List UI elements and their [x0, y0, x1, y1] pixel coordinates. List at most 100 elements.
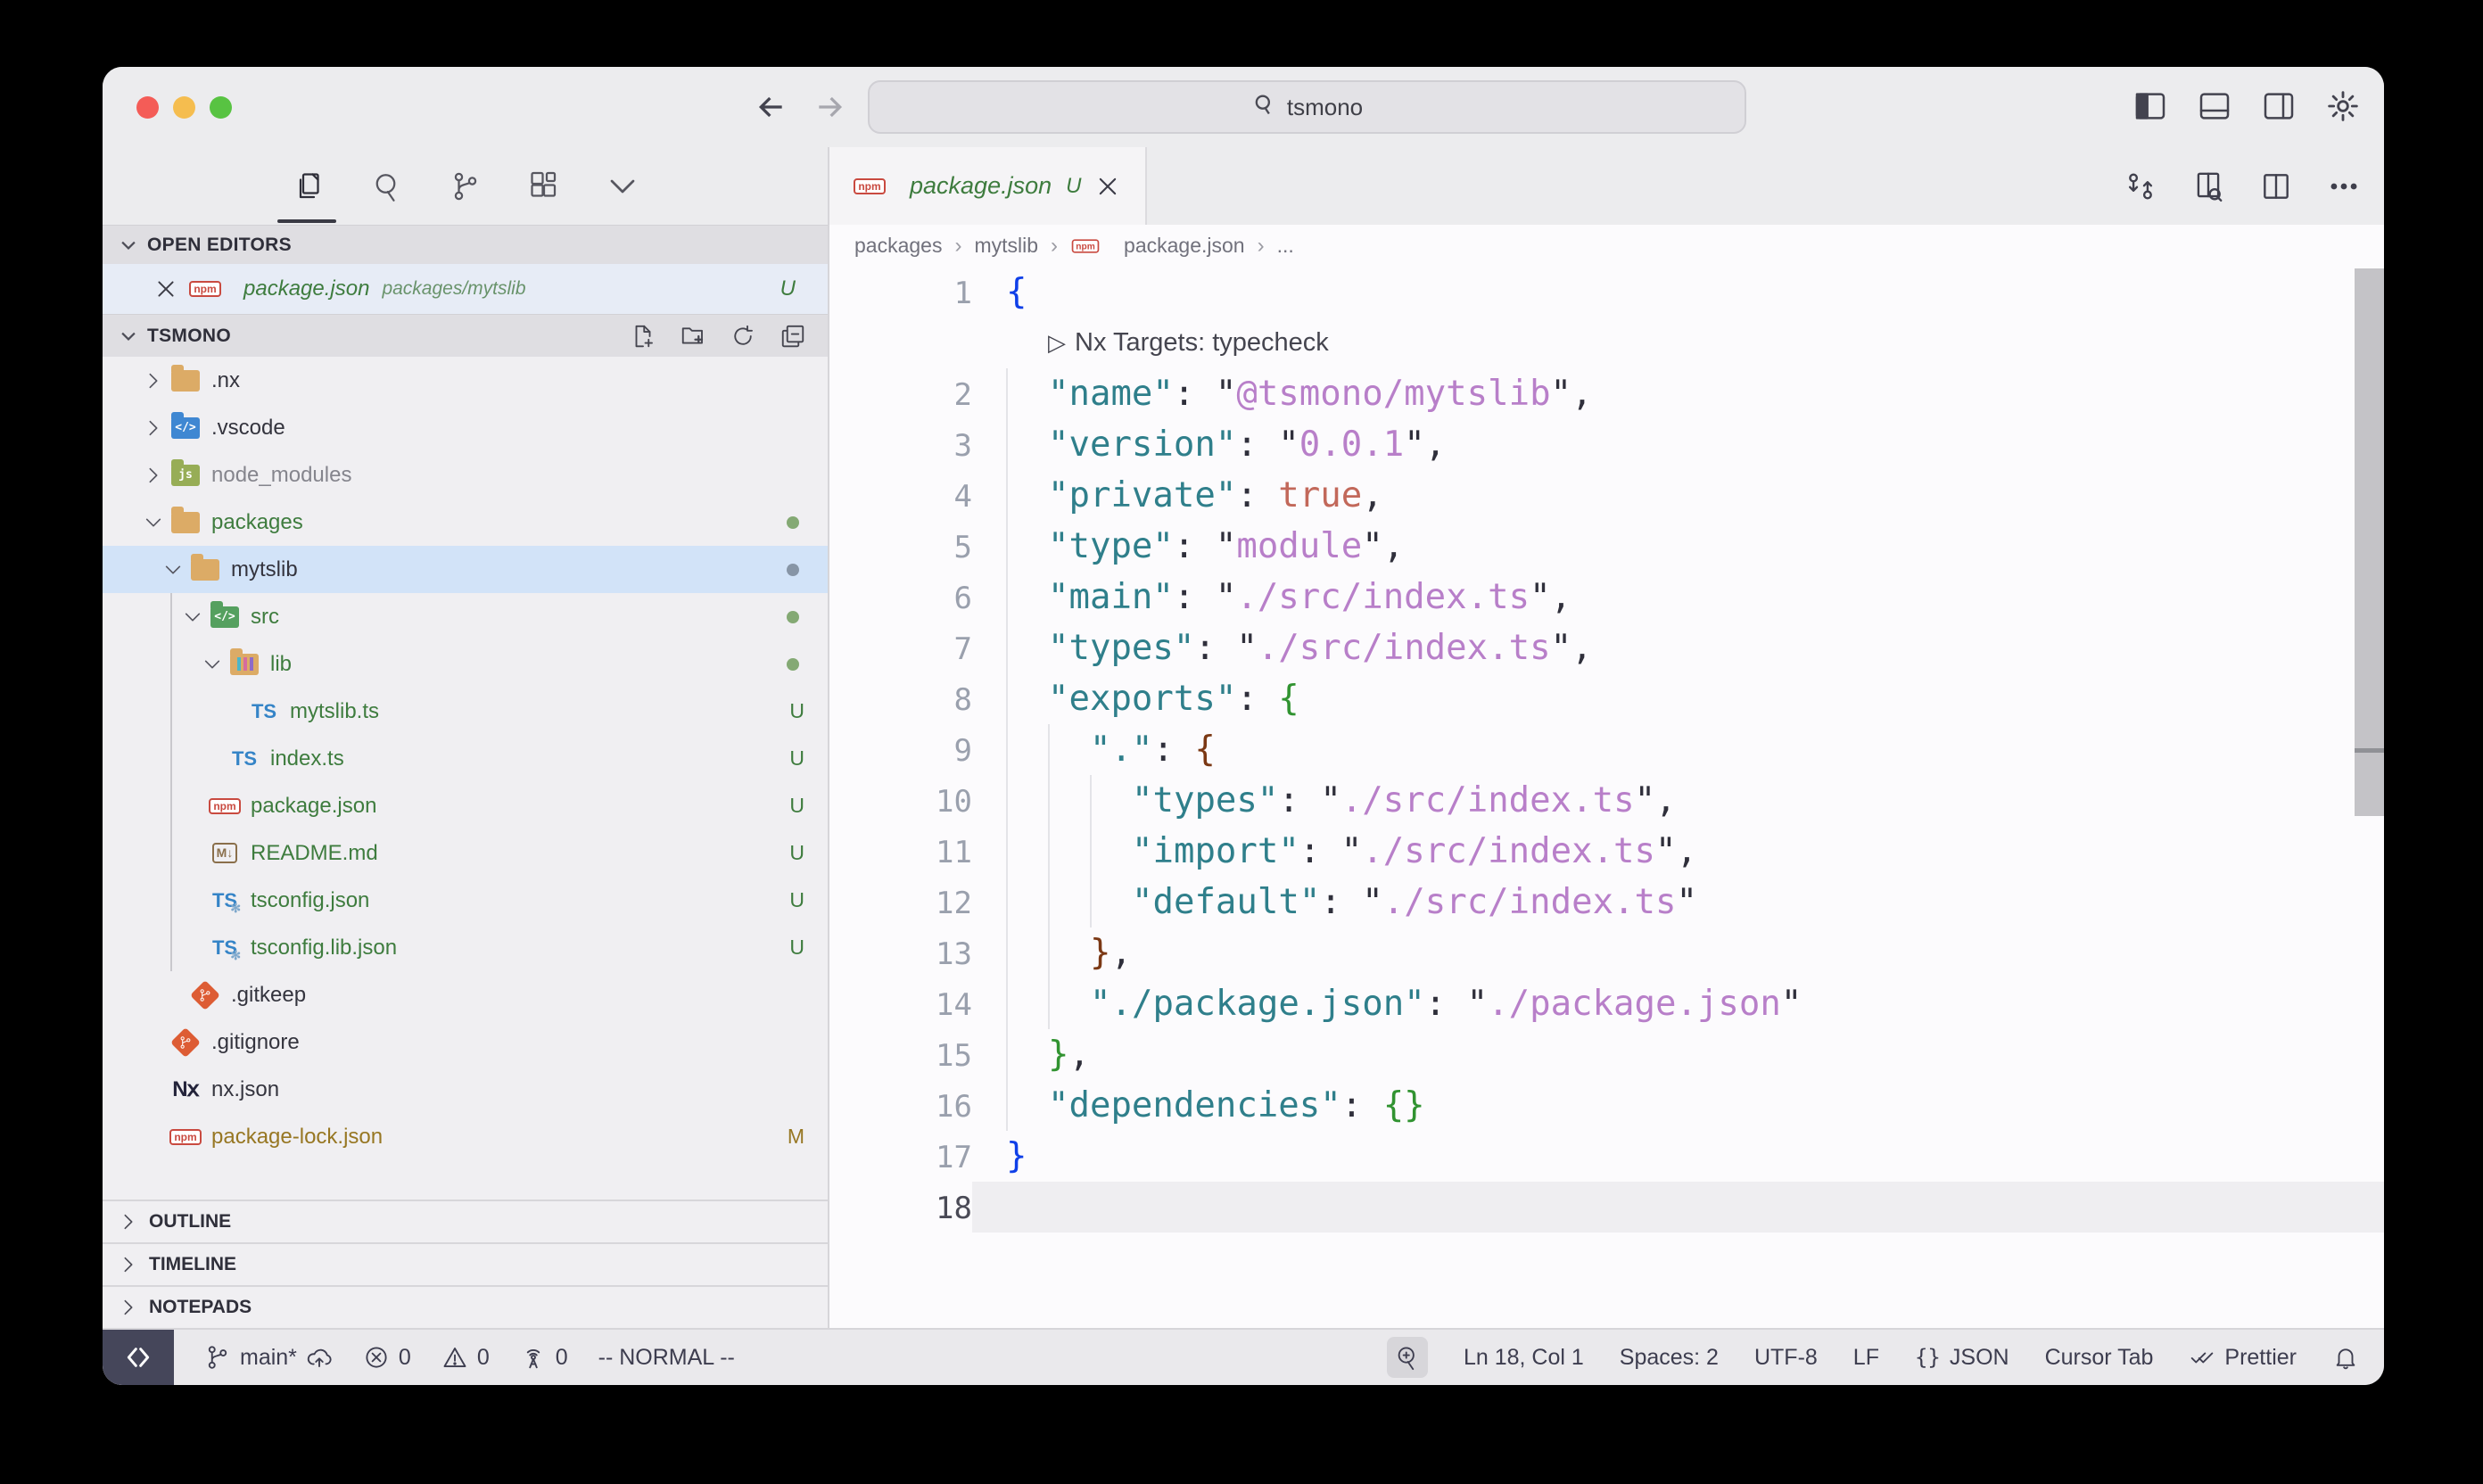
tree-item-mytslib.ts[interactable]: TS mytslib.tsU — [103, 688, 828, 735]
status-item-spaces-2[interactable]: Spaces: 2 — [1620, 1345, 1719, 1371]
status-item-json[interactable]: {}JSON — [1915, 1345, 2009, 1371]
tree-item-package.json[interactable]: npm package.jsonU — [103, 782, 828, 829]
code-line[interactable]: 9 ".": { — [829, 724, 2384, 775]
search-icon[interactable] — [371, 170, 403, 202]
code-line[interactable]: 2 "name": "@tsmono/mytslib", — [829, 368, 2384, 419]
collapse-all-icon[interactable] — [780, 323, 806, 350]
editor-scrollbar[interactable] — [2355, 267, 2384, 1328]
code-line[interactable]: 7 "types": "./src/index.ts", — [829, 622, 2384, 673]
chevron-down-icon[interactable] — [144, 513, 170, 532]
code-line[interactable]: 18 — [829, 1182, 2384, 1233]
status-item-main-[interactable]: main* — [204, 1344, 333, 1371]
code-line[interactable]: 14 "./package.json": "./package.json" — [829, 978, 2384, 1029]
status-item-ln-18-col-1[interactable]: Ln 18, Col 1 — [1464, 1345, 1584, 1371]
tree-item-.nx[interactable]: .nx — [103, 357, 828, 404]
tree-item-nx.json[interactable]: N𝗑 nx.json — [103, 1066, 828, 1113]
status-item-utf-8[interactable]: UTF-8 — [1754, 1345, 1818, 1371]
tree-item-package-lock.json[interactable]: npm package-lock.jsonM — [103, 1113, 828, 1160]
chevron-down-icon[interactable] — [163, 560, 190, 580]
navigate-back-icon[interactable] — [754, 89, 789, 125]
chevron-down-icon[interactable] — [606, 170, 639, 202]
status-item-0[interactable]: 0 — [520, 1344, 568, 1371]
breadcrumb-item[interactable]: packages — [854, 234, 942, 258]
new-folder-icon[interactable] — [680, 323, 706, 350]
breadcrumb-item[interactable]: ... — [1277, 234, 1294, 258]
tree-item-src[interactable]: </> src — [103, 593, 828, 640]
close-icon[interactable] — [1095, 174, 1120, 199]
code-line[interactable]: 5 "type": "module", — [829, 521, 2384, 572]
open-preview-icon[interactable] — [2191, 169, 2225, 203]
refresh-icon[interactable] — [730, 323, 756, 350]
panel-header-outline[interactable]: OUTLINE — [103, 1200, 828, 1242]
navigate-forward-icon[interactable] — [812, 89, 847, 125]
editor-tab[interactable]: npm package.json U — [829, 147, 1147, 225]
tree-item-.vscode[interactable]: </> .vscode — [103, 404, 828, 451]
code-line[interactable]: 1 { — [829, 267, 2384, 317]
code-line[interactable]: 16 "dependencies": {} — [829, 1080, 2384, 1131]
breadcrumb-item[interactable]: mytslib — [974, 234, 1038, 258]
status-item[interactable] — [2332, 1344, 2359, 1371]
scrollbar-thumb[interactable] — [2355, 268, 2384, 816]
code-line[interactable]: 13 }, — [829, 928, 2384, 978]
chevron-down-icon[interactable] — [183, 607, 210, 627]
gear-icon[interactable] — [2325, 88, 2361, 124]
files-icon[interactable] — [293, 170, 325, 202]
tree-item-README.md[interactable]: M↓ README.mdU — [103, 829, 828, 877]
layout-sidebar-left-icon[interactable] — [2132, 88, 2168, 124]
status-item-0[interactable]: 0 — [441, 1344, 490, 1371]
minimize-window-button[interactable] — [173, 96, 195, 119]
tree-item-index.ts[interactable]: TS index.tsU — [103, 735, 828, 782]
explorer-header[interactable]: TSMONO — [103, 314, 828, 357]
code-line[interactable]: 3 "version": "0.0.1", — [829, 419, 2384, 470]
tree-item-packages[interactable]: packages — [103, 499, 828, 546]
code-editor[interactable]: 1 { ▷Nx Targets: typecheck 2 "name": "@t… — [829, 267, 2384, 1328]
compare-changes-icon[interactable] — [2124, 169, 2157, 203]
tree-item-mytslib[interactable]: mytslib — [103, 546, 828, 593]
code-lens-row: ▷Nx Targets: typecheck — [829, 317, 2384, 368]
status-item-lf[interactable]: LF — [1853, 1345, 1879, 1371]
layout-panel-icon[interactable] — [2197, 88, 2232, 124]
tree-item-tsconfig.json[interactable]: TS✻ tsconfig.jsonU — [103, 877, 828, 924]
status-item-cursor-tab[interactable]: Cursor Tab — [2045, 1345, 2154, 1371]
command-center-search[interactable]: tsmono — [868, 80, 1746, 134]
close-icon[interactable] — [154, 277, 177, 301]
source-control-icon[interactable] — [450, 170, 482, 202]
new-file-icon[interactable] — [630, 323, 656, 350]
code-line[interactable]: 4 "private": true, — [829, 470, 2384, 521]
code-line[interactable]: 11 "import": "./src/index.ts", — [829, 826, 2384, 877]
code-line[interactable]: 6 "main": "./src/index.ts", — [829, 572, 2384, 622]
status-item-0[interactable]: 0 — [363, 1344, 411, 1371]
chevron-down-icon[interactable] — [202, 655, 229, 674]
tree-item-node-modules[interactable]: js node_modules — [103, 451, 828, 499]
open-editor-item[interactable]: npm package.json packages/mytslib U — [103, 264, 828, 314]
code-line[interactable]: 8 "exports": { — [829, 673, 2384, 724]
chevron-right-icon[interactable] — [144, 418, 170, 438]
zoom-in-icon — [1394, 1344, 1421, 1371]
close-window-button[interactable] — [136, 96, 159, 119]
status-item[interactable] — [1387, 1337, 1428, 1378]
panel-header-notepads[interactable]: NOTEPADS — [103, 1285, 828, 1328]
code-line[interactable]: 12 "default": "./src/index.ts" — [829, 877, 2384, 928]
panel-header-timeline[interactable]: TIMELINE — [103, 1242, 828, 1285]
code-line[interactable]: 15 }, — [829, 1029, 2384, 1080]
breadcrumb-item[interactable]: package.json — [1124, 234, 1245, 258]
remote-indicator[interactable] — [103, 1330, 174, 1385]
tree-item-lib[interactable]: lib — [103, 640, 828, 688]
status-item-prettier[interactable]: Prettier — [2189, 1344, 2297, 1371]
chevron-right-icon[interactable] — [144, 466, 170, 485]
open-editors-header[interactable]: OPEN EDITORS — [103, 225, 828, 264]
extensions-icon[interactable] — [528, 170, 560, 202]
status-item--normal-[interactable]: -- NORMAL -- — [598, 1345, 735, 1371]
tree-item-.gitkeep[interactable]: .gitkeep — [103, 971, 828, 1018]
layout-sidebar-right-icon[interactable] — [2261, 88, 2297, 124]
code-lens-link[interactable]: ▷Nx Targets: typecheck — [1048, 317, 2384, 368]
split-editor-icon[interactable] — [2259, 169, 2293, 203]
code-line[interactable]: 17 } — [829, 1131, 2384, 1182]
more-actions-icon[interactable] — [2327, 169, 2361, 203]
titlebar: tsmono — [103, 67, 2384, 147]
code-line[interactable]: 10 "types": "./src/index.ts", — [829, 775, 2384, 826]
chevron-right-icon[interactable] — [144, 371, 170, 391]
tree-item-.gitignore[interactable]: .gitignore — [103, 1018, 828, 1066]
tree-item-tsconfig.lib.json[interactable]: TS✻ tsconfig.lib.jsonU — [103, 924, 828, 971]
zoom-window-button[interactable] — [210, 96, 232, 119]
